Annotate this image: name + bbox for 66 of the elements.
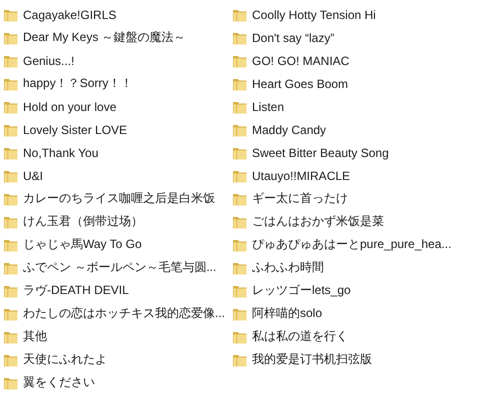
folder-item[interactable]: Genius...! — [3, 49, 232, 72]
folder-item[interactable]: 我的爱是订书机扫弦版 — [232, 348, 472, 371]
folder-item[interactable]: ごはんはおかず米饭是菜 — [232, 210, 472, 233]
folder-item[interactable]: けん玉君（倒带过场） — [3, 210, 232, 233]
folder-item[interactable]: 私は私の道を行く — [232, 325, 472, 348]
folder-name: 阿梓喵的solo — [252, 305, 322, 322]
folder-name: Heart Goes Boom — [252, 76, 348, 90]
folder-name: GO! GO! MANIAC — [252, 54, 350, 68]
folder-name: Lovely Sister LOVE — [23, 122, 128, 136]
folder-item[interactable]: 阿梓喵的solo — [232, 302, 472, 325]
folder-item[interactable]: ギー太に首ったけ — [232, 187, 472, 210]
folder-item[interactable]: Don't say “lazy” — [232, 26, 472, 49]
folder-item[interactable]: Utauyo!!MIRACLE — [232, 164, 472, 187]
folder-name: レッツゴーlets_go — [252, 282, 351, 299]
folder-item[interactable]: ぴゅあぴゅあはーとpure_pure_hea... — [232, 233, 472, 256]
folder-name: Maddy Candy — [252, 122, 326, 136]
folder-name: Don't say “lazy” — [252, 30, 334, 44]
folder-item[interactable]: Maddy Candy — [232, 118, 472, 141]
folder-name: Listen — [252, 100, 284, 114]
folder-name: No,Thank You — [23, 146, 98, 160]
folder-name: Genius...! — [23, 54, 74, 68]
folder-item[interactable]: U&I — [3, 164, 232, 187]
folder-item[interactable]: Listen — [232, 95, 472, 118]
folder-item[interactable]: Coolly Hotty Tension Hi — [232, 3, 472, 26]
folder-name: ラヴ-DEATH DEVIL — [23, 282, 129, 299]
folder-name: happy！？Sorry！！ — [23, 75, 132, 92]
folder-name: Cagayake!GIRLS — [23, 8, 116, 22]
folder-item[interactable]: ラヴ-DEATH DEVIL — [3, 279, 232, 302]
folder-name: ふでペン ～ボールペン～毛笔与圆... — [23, 259, 216, 276]
folder-item[interactable]: Lovely Sister LOVE — [3, 118, 232, 141]
folder-item[interactable]: 天使にふれたよ — [3, 348, 232, 371]
folder-name: じゃじゃ馬Way To Go — [23, 236, 142, 253]
folder-item[interactable]: Heart Goes Boom — [232, 72, 472, 95]
folder-item[interactable]: 翼をください — [3, 371, 232, 394]
folder-name: U&I — [23, 168, 44, 182]
folder-name: 私は私の道を行く — [252, 328, 348, 345]
folder-item[interactable]: Dear My Keys ～鍵盤の魔法～ — [3, 26, 232, 49]
folder-item[interactable]: ふわふわ時間 — [232, 256, 472, 279]
folder-name: わたしの恋はホッチキス我的恋爱像... — [23, 305, 226, 322]
folder-name: 我的爱是订书机扫弦版 — [252, 351, 372, 368]
folder-item[interactable]: わたしの恋はホッチキス我的恋爱像... — [3, 302, 232, 325]
folder-item[interactable]: カレーのちライス咖喱之后是白米饭 — [3, 187, 232, 210]
folder-item[interactable]: Cagayake!GIRLS — [3, 3, 232, 26]
folder-name: Hold on your love — [23, 100, 116, 114]
folder-name: 天使にふれたよ — [23, 351, 107, 368]
folder-name: ぴゅあぴゅあはーとpure_pure_hea... — [252, 236, 452, 253]
folder-item[interactable]: No,Thank You — [3, 141, 232, 164]
folder-name: けん玉君（倒带过场） — [23, 213, 143, 230]
folder-item[interactable]: Sweet Bitter Beauty Song — [232, 141, 472, 164]
folder-name: ギー太に首ったけ — [252, 190, 348, 207]
folder-item[interactable]: ふでペン ～ボールペン～毛笔与圆... — [3, 256, 232, 279]
folder-name: 其他 — [23, 328, 47, 345]
folder-name: Dear My Keys ～鍵盤の魔法～ — [23, 29, 186, 46]
folder-item[interactable]: じゃじゃ馬Way To Go — [3, 233, 232, 256]
folder-item[interactable]: happy！？Sorry！！ — [3, 72, 232, 95]
folder-name: Coolly Hotty Tension Hi — [252, 8, 376, 22]
folder-name: 翼をください — [23, 374, 95, 391]
folder-name: カレーのちライス咖喱之后是白米饭 — [23, 190, 215, 207]
folder-item[interactable]: GO! GO! MANIAC — [232, 49, 472, 72]
folder-item[interactable]: レッツゴーlets_go — [232, 279, 472, 302]
folder-name: ふわふわ時間 — [252, 259, 324, 276]
folder-name: Sweet Bitter Beauty Song — [252, 146, 389, 160]
folder-item[interactable]: 其他 — [3, 325, 232, 348]
folder-name: Utauyo!!MIRACLE — [252, 168, 350, 182]
folder-name: ごはんはおかず米饭是菜 — [252, 213, 384, 230]
folder-item[interactable]: Hold on your love — [3, 95, 232, 118]
